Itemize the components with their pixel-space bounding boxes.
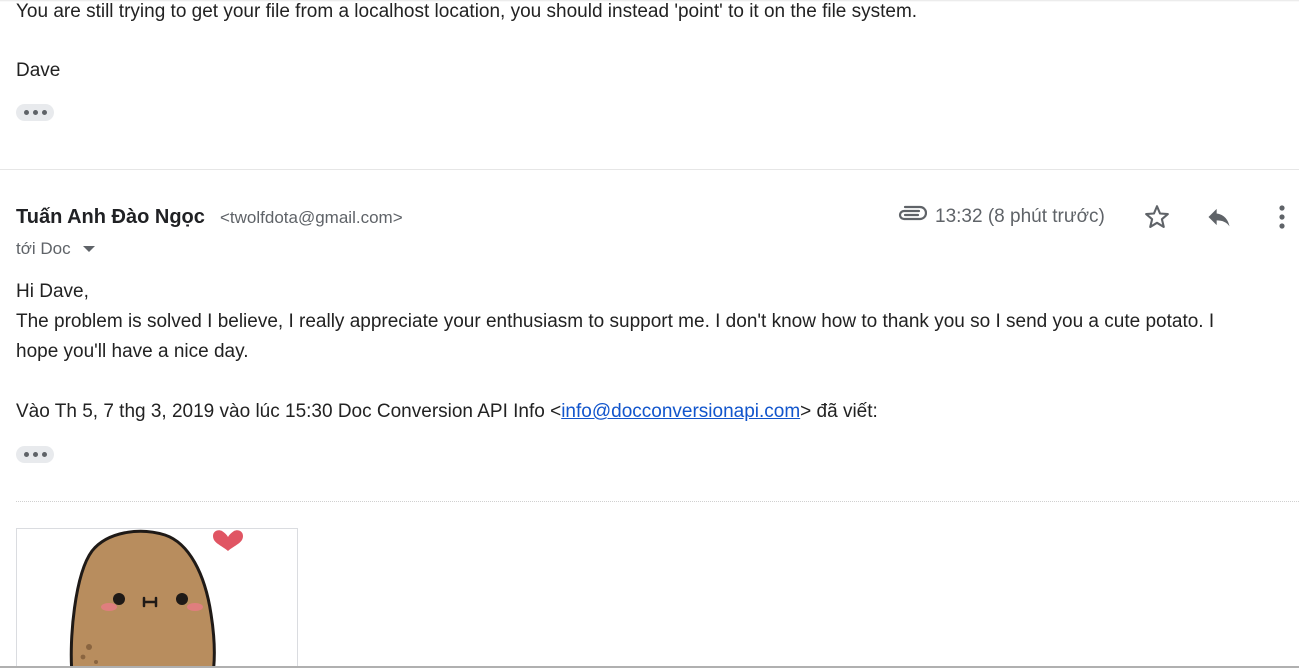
sender-email: <twolfdota@gmail.com>	[220, 208, 403, 227]
quoted-header-prefix: Vào Th 5, 7 thg 3, 2019 vào lúc 15:30 Do…	[16, 401, 562, 422]
previous-message-body: You are still trying to get your file fr…	[16, 1, 918, 22]
more-options-button[interactable]	[1264, 199, 1299, 235]
show-trimmed-content-button[interactable]	[16, 104, 54, 121]
attachments-divider	[16, 501, 1299, 502]
ellipsis-icon	[23, 110, 29, 115]
ellipsis-icon	[23, 452, 29, 457]
ellipsis-icon-dot	[32, 452, 38, 457]
message-body-line-1: The problem is solved I believe, I reall…	[16, 311, 1215, 332]
quoted-header-suffix: > đã viết:	[800, 401, 878, 422]
reply-button[interactable]	[1201, 199, 1237, 235]
message-divider	[0, 169, 1299, 170]
ellipsis-icon-dot	[32, 110, 38, 115]
recipient-dropdown[interactable]: tới Doc	[16, 238, 95, 260]
more-vert-icon	[1279, 205, 1285, 229]
ellipsis-icon-dot	[41, 452, 47, 457]
paperclip-icon	[898, 205, 927, 221]
potato-image	[69, 529, 243, 668]
reply-icon	[1208, 208, 1230, 227]
previous-message-signature: Dave	[16, 60, 61, 81]
sender-name[interactable]: Tuấn Anh Đào Ngọc	[16, 205, 205, 229]
message-greeting: Hi Dave,	[16, 281, 89, 302]
email-thread-view: You are still trying to get your file fr…	[0, 0, 1299, 668]
heart-icon	[213, 530, 243, 551]
message-body-line-2: hope you'll have a nice day.	[16, 341, 249, 362]
show-quoted-text-button[interactable]	[16, 446, 54, 463]
message-timestamp: 13:32 (8 phút trước)	[935, 206, 1105, 227]
caret-down-icon	[82, 246, 95, 252]
ellipsis-icon-dot	[41, 110, 47, 115]
image-attachment-thumbnail[interactable]	[16, 528, 298, 668]
recipient-label: tới Doc	[16, 239, 71, 258]
quoted-header: Vào Th 5, 7 thg 3, 2019 vào lúc 15:30 Do…	[16, 397, 878, 427]
star-button[interactable]	[1139, 199, 1175, 235]
quoted-sender-email-link[interactable]: info@docconversionapi.com	[561, 401, 800, 422]
star-icon	[1145, 205, 1169, 228]
